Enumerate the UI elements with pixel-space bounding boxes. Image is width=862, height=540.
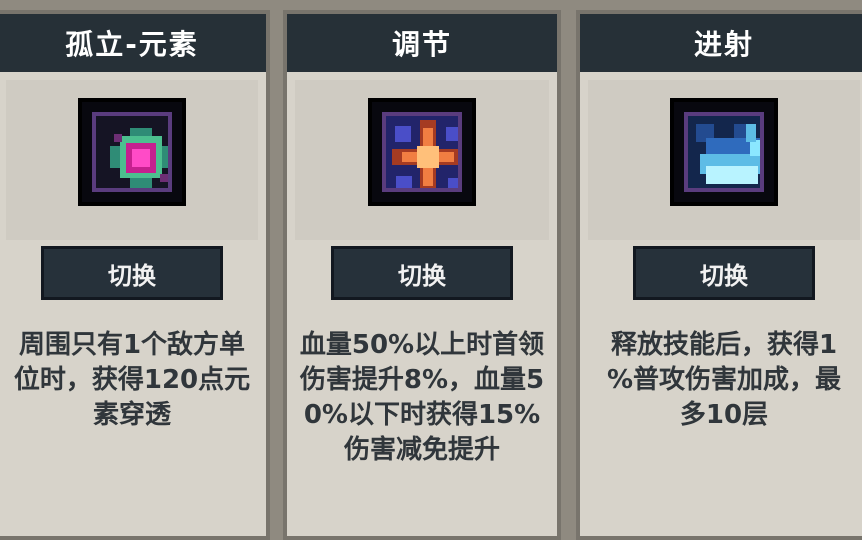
talent-description: 周围只有1个敌方单 位时，获得120点元 素穿透 xyxy=(13,330,251,430)
cross-spark-icon xyxy=(368,98,476,206)
ice-blast-icon xyxy=(670,98,778,206)
switch-button-adjust[interactable]: 切换 xyxy=(331,246,513,300)
talent-card-burst: 进射 切换 释放技能后，获得1 %普攻伤害加成，最 多10层 xyxy=(576,10,862,540)
card-title: 孤立-元素 xyxy=(0,14,266,72)
talent-selection-screen: 孤立-元素 切换 周围只有1个敌方单 位时，获得120点元 素穿透 调节 切换 … xyxy=(0,0,862,540)
card-title: 进射 xyxy=(580,14,862,72)
pink-gem-icon xyxy=(78,98,186,206)
talent-card-isolation-element: 孤立-元素 切换 周围只有1个敌方单 位时，获得120点元 素穿透 xyxy=(0,10,270,540)
talent-description: 释放技能后，获得1 %普攻伤害加成，最 多10层 xyxy=(606,330,842,430)
card-title: 调节 xyxy=(287,14,557,72)
talent-description: 血量50%以上时首领 伤害提升8%，血量5 0%以下时获得15% 伤害减免提升 xyxy=(299,330,545,465)
switch-button-burst[interactable]: 切换 xyxy=(633,246,815,300)
switch-button-isolation-element[interactable]: 切换 xyxy=(41,246,223,300)
talent-card-adjust: 调节 切换 血量50%以上时首领 伤害提升8%，血量5 0%以下时获得15% 伤… xyxy=(283,10,561,540)
